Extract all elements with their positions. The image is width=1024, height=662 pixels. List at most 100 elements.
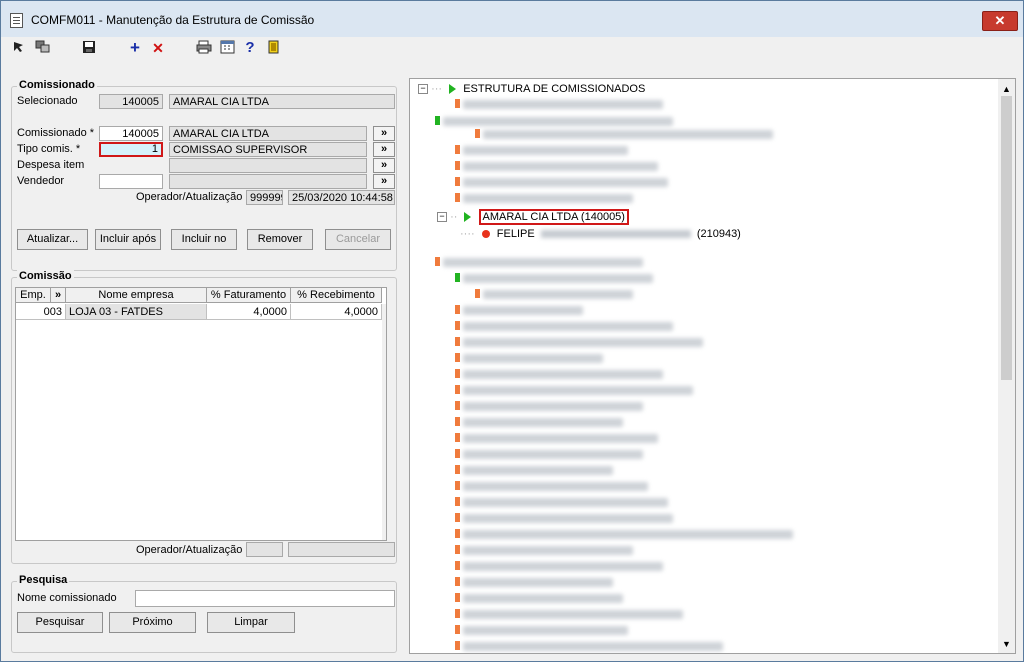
despesa-item-name — [169, 158, 367, 173]
help-icon[interactable]: ? — [244, 40, 256, 56]
incluir-apos-button[interactable]: Incluir após — [95, 229, 161, 250]
node-icon — [455, 561, 460, 570]
scroll-up-icon[interactable]: ▲ — [1002, 84, 1011, 94]
node-icon — [435, 257, 440, 266]
selecionado-label: Selecionado — [17, 95, 78, 107]
table-row-recebimento[interactable]: 4,0000 — [291, 304, 382, 320]
tree-child-node[interactable]: ···· FELIPE (210943) — [460, 227, 741, 241]
node-icon — [455, 449, 460, 458]
incluir-no-button[interactable]: Incluir no — [171, 229, 237, 250]
node-icon — [455, 273, 460, 282]
node-icon — [455, 481, 460, 490]
exit-door-icon[interactable] — [267, 40, 281, 56]
table-row-emp[interactable]: 003 — [16, 304, 66, 320]
node-icon — [455, 177, 460, 186]
node-icon — [455, 193, 460, 202]
nome-comissionado-label: Nome comissionado — [17, 592, 117, 604]
blurred-text — [463, 322, 673, 331]
scroll-thumb[interactable] — [1001, 96, 1012, 380]
node-icon — [475, 129, 480, 138]
commission-tree[interactable]: − ··· ESTRUTURA DE COMISSIONADOS − ·· AM… — [409, 78, 1016, 654]
blurred-text — [463, 274, 653, 283]
save-icon[interactable] — [82, 40, 96, 56]
tree-scrollbar[interactable]: ▲ ▼ — [998, 79, 1015, 653]
blurred-text — [463, 354, 603, 363]
col-recebimento-header[interactable]: % Recebimento — [291, 288, 382, 303]
operador-value: 999999 — [246, 190, 283, 205]
blurred-text — [463, 626, 628, 635]
node-icon — [475, 289, 480, 298]
col-emp-header[interactable]: Emp. — [16, 288, 51, 303]
comissao-atualizacao-value — [288, 542, 395, 557]
col-nome-header[interactable]: Nome empresa — [66, 288, 207, 303]
node-icon — [455, 99, 460, 108]
collapse-icon[interactable]: − — [418, 84, 428, 95]
delete-icon[interactable]: ✕ — [152, 40, 164, 56]
blurred-text — [463, 578, 613, 587]
blurred-text — [463, 450, 643, 459]
vendedor-lookup-button[interactable]: » — [373, 174, 395, 189]
blurred-text — [463, 610, 683, 619]
add-icon[interactable]: + — [129, 39, 141, 56]
atualizacao-value: 25/03/2020 10:44:58 — [288, 190, 395, 205]
tipo-comis-input[interactable]: 1 — [99, 142, 163, 157]
child-code: (210943) — [696, 228, 741, 240]
close-button[interactable]: ✕ — [982, 11, 1018, 31]
document-icon — [10, 13, 23, 28]
col-faturamento-header[interactable]: % Faturamento — [207, 288, 291, 303]
comissao-group: Comissão Emp. » Nome empresa % Faturamen… — [11, 270, 397, 564]
node-icon — [455, 545, 460, 554]
tipo-comis-name: COMISSAO SUPERVISOR — [169, 142, 367, 157]
blurred-text — [463, 594, 623, 603]
arrow-select-icon[interactable] — [13, 40, 25, 56]
tree-line-icon: ··· — [431, 83, 443, 95]
comissionado-lookup-button[interactable]: » — [373, 126, 395, 141]
vendedor-input[interactable] — [99, 174, 163, 189]
blurred-text — [463, 546, 633, 555]
node-icon — [455, 433, 460, 442]
calculator-icon[interactable] — [220, 40, 235, 56]
node-icon — [455, 593, 460, 602]
blurred-text — [463, 482, 648, 491]
blurred-text — [463, 386, 693, 395]
table-row-faturamento[interactable]: 4,0000 — [207, 304, 291, 320]
tipo-comis-lookup-button[interactable]: » — [373, 142, 395, 157]
cancelar-button[interactable]: Cancelar — [325, 229, 391, 250]
tree-root[interactable]: − ··· ESTRUTURA DE COMISSIONADOS — [418, 82, 645, 96]
blurred-text — [463, 642, 723, 651]
comissionado-code-input[interactable]: 140005 — [99, 126, 163, 141]
remover-button[interactable]: Remover — [247, 229, 313, 250]
pesquisar-button[interactable]: Pesquisar — [17, 612, 103, 633]
despesa-item-lookup-button[interactable]: » — [373, 158, 395, 173]
node-icon — [455, 609, 460, 618]
proximo-button[interactable]: Próximo — [109, 612, 196, 633]
node-icon — [455, 513, 460, 522]
blurred-text — [463, 162, 658, 171]
operador-label: Operador/Atualização — [136, 191, 243, 203]
blurred-text — [463, 194, 633, 203]
comissao-grid: Emp. » Nome empresa % Faturamento % Rece… — [15, 287, 387, 541]
print-icon[interactable] — [196, 40, 212, 56]
node-icon — [455, 625, 460, 634]
green-arrow-icon — [464, 212, 472, 223]
scroll-down-icon[interactable]: ▼ — [1002, 639, 1011, 649]
col-lookup-header[interactable]: » — [51, 288, 66, 303]
node-icon — [435, 116, 440, 125]
vendedor-label: Vendedor — [17, 175, 65, 187]
node-icon — [455, 529, 460, 538]
blurred-text — [483, 130, 773, 139]
node-icon — [455, 577, 460, 586]
node-icon — [455, 145, 460, 154]
collapse-icon[interactable]: − — [437, 212, 447, 223]
grid-scrollbar[interactable] — [382, 304, 386, 540]
tree-selected-node[interactable]: − ·· AMARAL CIA LTDA (140005) — [437, 209, 629, 225]
atualizar-button[interactable]: Atualizar... — [17, 229, 88, 250]
windows-icon[interactable] — [35, 40, 51, 56]
comissionado-label: Comissionado * — [17, 127, 95, 139]
blurred-text — [463, 178, 668, 187]
limpar-button[interactable]: Limpar — [207, 612, 295, 633]
blurred-text — [463, 498, 668, 507]
node-icon — [455, 321, 460, 330]
blurred-text — [443, 258, 643, 267]
nome-comissionado-input[interactable] — [135, 590, 395, 607]
